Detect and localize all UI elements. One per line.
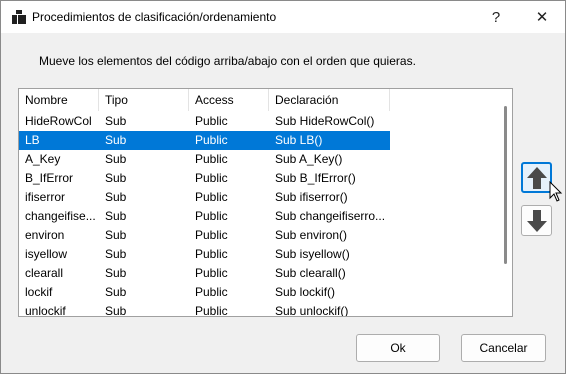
table-row[interactable]: unlockif Sub Public Sub unlockif() (19, 302, 499, 317)
cell-name: A_Key (25, 152, 61, 166)
ok-button[interactable]: Ok (356, 334, 440, 362)
table-row[interactable]: lockif Sub Public Sub lockif() (19, 283, 499, 302)
cell-type: Sub (105, 266, 127, 280)
column-header-access[interactable]: Access (189, 89, 269, 111)
procedures-list[interactable]: Nombre Tipo Access Declaración HideRowCo… (18, 88, 513, 317)
vertical-scrollbar[interactable] (499, 89, 512, 316)
cell-declaration: Sub changeifiserro... (275, 209, 386, 223)
help-button[interactable]: ? (473, 1, 519, 33)
cell-declaration: Sub LB() (269, 131, 390, 150)
cell-name: clearall (25, 266, 64, 280)
cell-access: Public (195, 285, 228, 299)
table-row[interactable]: clearall Sub Public Sub clearall() (19, 264, 499, 283)
table-row[interactable]: environ Sub Public Sub environ() (19, 226, 499, 245)
cell-declaration: Sub ifiserror() (275, 190, 348, 204)
cell-type: Sub (105, 247, 127, 261)
table-row[interactable]: changeifise... Sub Public Sub changeifiserr… (19, 207, 499, 226)
cancel-button[interactable]: Cancelar (461, 334, 546, 362)
cell-type: Sub (105, 152, 127, 166)
cell-declaration: Sub B_IfError() (275, 171, 356, 185)
cell-declaration: Sub HideRowCol() (275, 114, 375, 128)
cell-type: Sub (105, 190, 127, 204)
cell-name: isyellow (25, 247, 68, 261)
cell-access: Public (195, 152, 228, 166)
cell-type: Sub (105, 114, 127, 128)
column-header-type[interactable]: Tipo (99, 89, 189, 111)
cell-access: Public (195, 228, 228, 242)
cell-access: Public (189, 131, 269, 150)
cell-name: LB (19, 131, 99, 150)
cell-declaration: Sub lockif() (275, 285, 336, 299)
move-up-button[interactable] (521, 162, 552, 193)
app-icon (12, 10, 26, 24)
cell-name: changeifise... (25, 209, 96, 223)
column-header-name[interactable]: Nombre (19, 89, 99, 111)
cell-type: Sub (105, 209, 127, 223)
cell-name: HideRowCol (25, 114, 92, 128)
mouse-cursor-icon (549, 181, 563, 202)
cell-name: environ (25, 228, 65, 242)
list-header: Nombre Tipo Access Declaración (19, 89, 499, 111)
instructions-text: Mueve los elementos del código arriba/ab… (39, 54, 416, 68)
arrow-down-icon (526, 209, 547, 232)
table-row[interactable]: LB Sub Public Sub LB() (19, 131, 499, 150)
table-row[interactable]: isyellow Sub Public Sub isyellow() (19, 245, 499, 264)
cell-type: Sub (105, 285, 127, 299)
title-bar: Procedimientos de clasificación/ordenami… (1, 1, 565, 33)
cell-name: unlockif (25, 304, 66, 317)
cell-declaration: Sub clearall() (275, 266, 346, 280)
cell-name: ifiserror (25, 190, 66, 204)
table-row[interactable]: HideRowCol Sub Public Sub HideRowCol() (19, 112, 499, 131)
cell-declaration: Sub isyellow() (275, 247, 350, 261)
cell-declaration: Sub environ() (275, 228, 348, 242)
cell-type: Sub (105, 171, 127, 185)
cell-type: Sub (105, 304, 127, 317)
scrollbar-thumb[interactable] (504, 106, 507, 264)
table-row[interactable]: ifiserror Sub Public Sub ifiserror() (19, 188, 499, 207)
arrow-up-icon (526, 166, 547, 189)
cell-name: B_IfError (25, 171, 74, 185)
cell-access: Public (195, 114, 228, 128)
cell-access: Public (195, 304, 228, 317)
table-row[interactable]: A_Key Sub Public Sub A_Key() (19, 150, 499, 169)
cell-access: Public (195, 209, 228, 223)
cell-declaration: Sub unlockif() (275, 304, 349, 317)
move-down-button[interactable] (521, 205, 552, 236)
list-rows: HideRowCol Sub Public Sub HideRowCol() LB Sub… (19, 112, 499, 317)
column-header-declaration[interactable]: Declaración (269, 89, 390, 111)
table-row[interactable]: B_IfError Sub Public Sub B_IfError() (19, 169, 499, 188)
window-title: Procedimientos de clasificación/ordenami… (32, 10, 277, 24)
cell-access: Public (195, 247, 228, 261)
sort-procedures-dialog: Procedimientos de clasificación/ordenami… (0, 0, 566, 374)
cell-declaration: Sub A_Key() (275, 152, 343, 166)
cell-type: Sub (105, 228, 127, 242)
cell-access: Public (195, 171, 228, 185)
cell-type: Sub (99, 131, 189, 150)
cell-name: lockif (25, 285, 53, 299)
cell-access: Public (195, 190, 228, 204)
close-button[interactable]: ✕ (519, 1, 565, 33)
cell-access: Public (195, 266, 228, 280)
